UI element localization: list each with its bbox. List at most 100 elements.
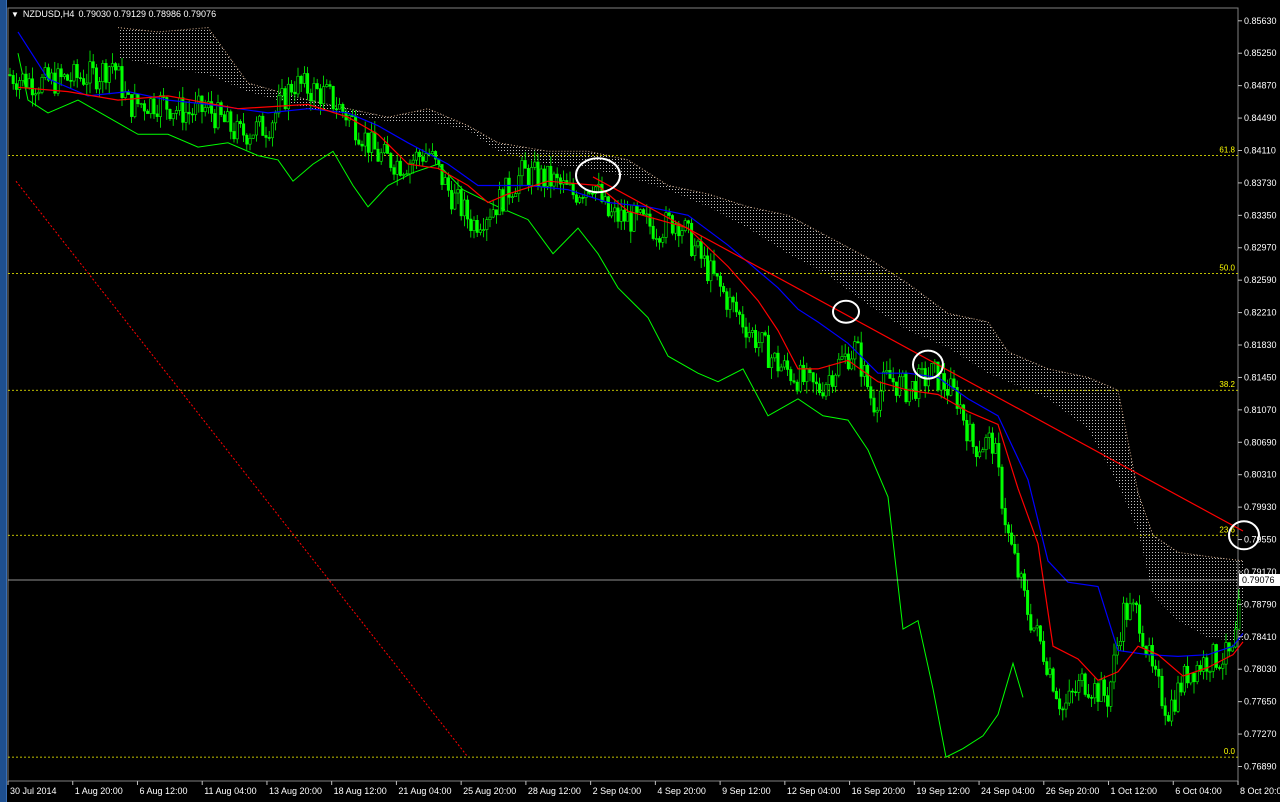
candle-body	[117, 66, 121, 71]
price-tick-label: 0.78410	[1244, 632, 1277, 642]
candle-body	[709, 260, 713, 282]
candle-body	[702, 255, 706, 259]
candle-body	[1131, 602, 1135, 605]
price-tick-label: 0.84110	[1244, 145, 1276, 155]
time-tick-label: 6 Aug 12:00	[139, 786, 187, 796]
candle-body	[661, 237, 665, 243]
candle-body	[18, 80, 22, 90]
candle-body	[1125, 602, 1129, 620]
candle-body	[1157, 668, 1161, 677]
candle-body	[843, 353, 847, 357]
candle-body	[315, 83, 319, 89]
candle-body	[1163, 705, 1167, 716]
time-tick-label: 28 Aug 12:00	[528, 786, 581, 796]
candle-body	[690, 222, 694, 256]
candle-body	[440, 164, 444, 185]
candle-body	[952, 378, 956, 388]
candle-body	[654, 238, 658, 240]
candle-body	[1003, 508, 1007, 526]
time-tick-label: 26 Sep 20:00	[1046, 786, 1100, 796]
candle-body	[523, 160, 527, 169]
price-tick-label: 0.78030	[1244, 664, 1277, 674]
candle-body	[782, 360, 786, 368]
candle-body	[1013, 543, 1017, 554]
candle-body	[130, 94, 134, 117]
candle-body	[146, 110, 150, 114]
candle-body	[773, 352, 777, 359]
candle-body	[149, 98, 153, 114]
candle-body	[85, 82, 89, 85]
candle-body	[1208, 670, 1212, 673]
candle-body	[114, 63, 118, 71]
candle-body	[190, 113, 194, 116]
time-tick-label: 18 Aug 12:00	[334, 786, 387, 796]
candle-body	[1118, 641, 1122, 646]
candle-body	[1173, 699, 1177, 712]
candle-body	[379, 152, 383, 162]
price-tick-label: 0.84870	[1244, 81, 1277, 91]
candle-body	[98, 81, 102, 90]
candle-body	[1224, 642, 1228, 665]
candle-body	[280, 88, 284, 97]
candle-body	[1141, 633, 1145, 647]
candle-body	[59, 68, 63, 78]
candle-body	[834, 374, 838, 387]
candle-body	[981, 449, 985, 453]
candle-body	[920, 368, 924, 370]
candle-body	[482, 229, 486, 231]
candle-body	[891, 378, 895, 383]
candle-body	[840, 356, 844, 360]
candle-body	[776, 352, 780, 372]
candle-body	[1099, 679, 1103, 702]
candle-body	[1045, 661, 1049, 675]
candle-body	[488, 216, 492, 220]
candle-body	[27, 78, 31, 88]
candle-body	[869, 386, 873, 399]
candle-body	[613, 207, 617, 213]
candle-body	[734, 301, 738, 313]
candle-body	[770, 357, 774, 368]
chikou-span-line	[17, 53, 1024, 758]
candle-body	[306, 73, 310, 94]
price-tick-label: 0.83350	[1244, 210, 1277, 220]
candle-body	[14, 83, 18, 90]
price-tick-label: 0.77650	[1244, 697, 1277, 707]
candle-body	[226, 111, 230, 123]
candle-body	[878, 390, 882, 411]
kijun-sen-line	[17, 31, 1244, 658]
candle-body	[213, 113, 217, 129]
candle-body	[1090, 697, 1094, 699]
candle-body	[574, 194, 578, 203]
time-tick-label: 6 Oct 04:00	[1175, 786, 1222, 796]
candle-body	[622, 209, 626, 222]
candle-body	[203, 107, 207, 113]
candle-body	[1182, 665, 1186, 693]
candle-body	[546, 165, 550, 187]
time-tick-label: 30 Jul 2014	[10, 786, 57, 796]
candle-body	[658, 238, 662, 243]
candle-body	[750, 330, 754, 333]
candle-body	[837, 358, 841, 376]
candle-body	[1128, 603, 1132, 620]
price-chart[interactable]: 61.850.038.223.60.00.856300.852500.84870…	[0, 0, 1280, 802]
candle-body	[245, 134, 249, 145]
time-tick-label: 19 Sep 12:00	[916, 786, 970, 796]
candle-body	[590, 192, 594, 195]
candle-body	[536, 161, 540, 187]
candle-body	[1237, 599, 1241, 630]
candle-body	[610, 211, 614, 217]
candle-body	[744, 326, 748, 338]
candle-body	[946, 389, 950, 396]
chart-window[interactable]: ▼ NZDUSD,H4 0.79030 0.79129 0.78986 0.79…	[0, 0, 1280, 802]
candle-body	[520, 160, 524, 177]
candle-body	[91, 61, 95, 69]
candle-body	[741, 314, 745, 328]
candle-body	[990, 432, 994, 454]
candle-body	[1054, 690, 1058, 700]
time-tick-label: 8 Oct 20:00	[1240, 786, 1280, 796]
candle-body	[1048, 668, 1052, 675]
candle-body	[1147, 645, 1151, 655]
candle-body	[485, 219, 489, 230]
candle-body	[1176, 682, 1180, 712]
candle-body	[699, 240, 703, 259]
